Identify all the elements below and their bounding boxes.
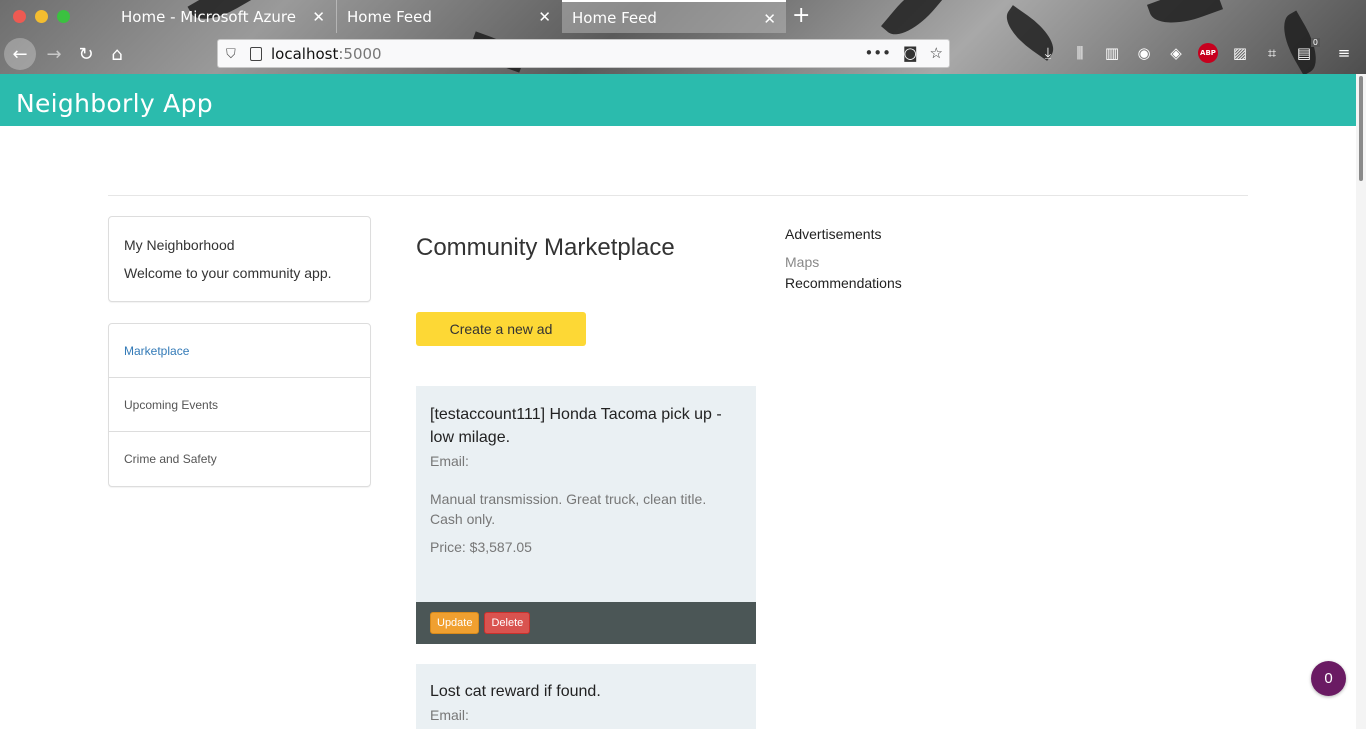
app-title[interactable]: Neighborly App [16,89,213,118]
aside-recommendations: Recommendations [785,275,902,291]
extension-icon[interactable]: ◈ [1166,43,1186,63]
window-close-button[interactable] [13,10,26,23]
ad-title: [testaccount111] Honda Tacoma pick up - … [430,406,722,446]
tab-label: Home Feed [347,7,432,26]
tab-bar: Home - Microsoft Azure ✕ Home Feed ✕ Hom… [0,0,1366,34]
close-icon[interactable]: ✕ [538,8,551,26]
bookmark-star-icon[interactable]: ☆ [930,44,943,62]
page-icon [250,46,262,61]
toolbar-badge: 0 [1310,38,1320,47]
sidebar-item-upcoming-events[interactable]: Upcoming Events [109,378,370,432]
close-icon[interactable]: ✕ [763,10,776,28]
url-text: localhost:5000 [271,45,382,63]
app-header: Neighborly App [0,74,1356,126]
ad-email: Email: [430,453,469,469]
window-minimize-button[interactable] [35,10,48,23]
download-icon[interactable]: ⤓ [1038,43,1058,63]
ad-title: Lost cat reward if found. [430,683,601,700]
ad-card: Lost cat reward if found. Email: [416,664,756,729]
library-icon[interactable]: ⫼ [1070,43,1090,63]
intro-panel: My Neighborhood Welcome to your communit… [108,216,371,302]
scroll-thumb[interactable] [1359,76,1363,181]
new-tab-icon[interactable]: + [792,3,810,28]
tab-label: Home - Microsoft Azure [121,7,296,26]
page-title: Community Marketplace [416,234,675,261]
ad-actions: Update Delete [416,602,756,644]
delete-button[interactable]: Delete [484,612,531,634]
intro-title: My Neighborhood [124,237,235,253]
notification-badge[interactable]: 0 [1311,661,1346,696]
advertisements-aside: Advertisements Maps Recommendations [785,226,902,291]
aside-maps: Maps [785,254,820,270]
home-icon[interactable]: ⌂ [101,38,133,70]
back-icon[interactable]: ← [4,38,36,70]
aside-title: Advertisements [785,226,882,242]
sidebar-icon[interactable]: ▥ [1102,43,1122,63]
close-icon[interactable]: ✕ [312,8,325,26]
url-host: localhost [271,44,339,63]
sidebar-nav: Marketplace Upcoming Events Crime and Sa… [108,323,371,487]
scrollbar[interactable] [1356,74,1366,729]
menu-icon[interactable]: ≡ [1334,43,1354,63]
toolbar-icons: ⤓ ⫼ ▥ ◉ ◈ ABP ▨ ⌗ ▤ 0 ≡ [1038,38,1354,63]
tab-label: Home Feed [572,8,657,27]
image-icon[interactable]: ▨ [1230,43,1250,63]
update-button[interactable]: Update [430,612,480,634]
crop-icon[interactable]: ⌗ [1262,43,1282,63]
ad-card: [testaccount111] Honda Tacoma pick up - … [416,386,756,644]
tab-home-feed-active[interactable]: Home Feed ✕ [562,0,786,33]
container-icon[interactable]: ▤ 0 [1294,38,1320,63]
url-port: :5000 [338,44,382,63]
tab-home-feed[interactable]: Home Feed ✕ [336,0,561,33]
forward-icon[interactable]: → [38,38,70,70]
browser-chrome: Home - Microsoft Azure ✕ Home Feed ✕ Hom… [0,0,1366,74]
sidebar-item-marketplace[interactable]: Marketplace [109,324,370,378]
nav-bar: ← → ↻ ⌂ ⛉ localhost:5000 ••• ◙ ☆ ⤓ ⫼ ▥ ◉… [0,34,1366,74]
ad-email: Email: [430,707,469,723]
tab-azure[interactable]: Home - Microsoft Azure ✕ [111,0,335,33]
more-icon[interactable]: ••• [864,44,891,62]
sidebar-item-crime-and-safety[interactable]: Crime and Safety [109,432,370,486]
intro-text: Welcome to your community app. [124,265,332,281]
account-icon[interactable]: ◉ [1134,43,1154,63]
pocket-icon[interactable]: ◙ [903,44,918,62]
url-bar[interactable]: ⛉ localhost:5000 ••• ◙ ☆ [217,39,950,68]
ad-price: Price: $3,587.05 [430,539,532,555]
reload-icon[interactable]: ↻ [70,38,102,70]
divider [108,195,1248,196]
adblock-icon[interactable]: ABP [1198,43,1218,63]
ad-description: Manual transmission. Great truck, clean … [430,491,707,527]
create-ad-button[interactable]: Create a new ad [416,312,586,346]
window-maximize-button[interactable] [57,10,70,23]
shield-icon[interactable]: ⛉ [226,46,240,62]
